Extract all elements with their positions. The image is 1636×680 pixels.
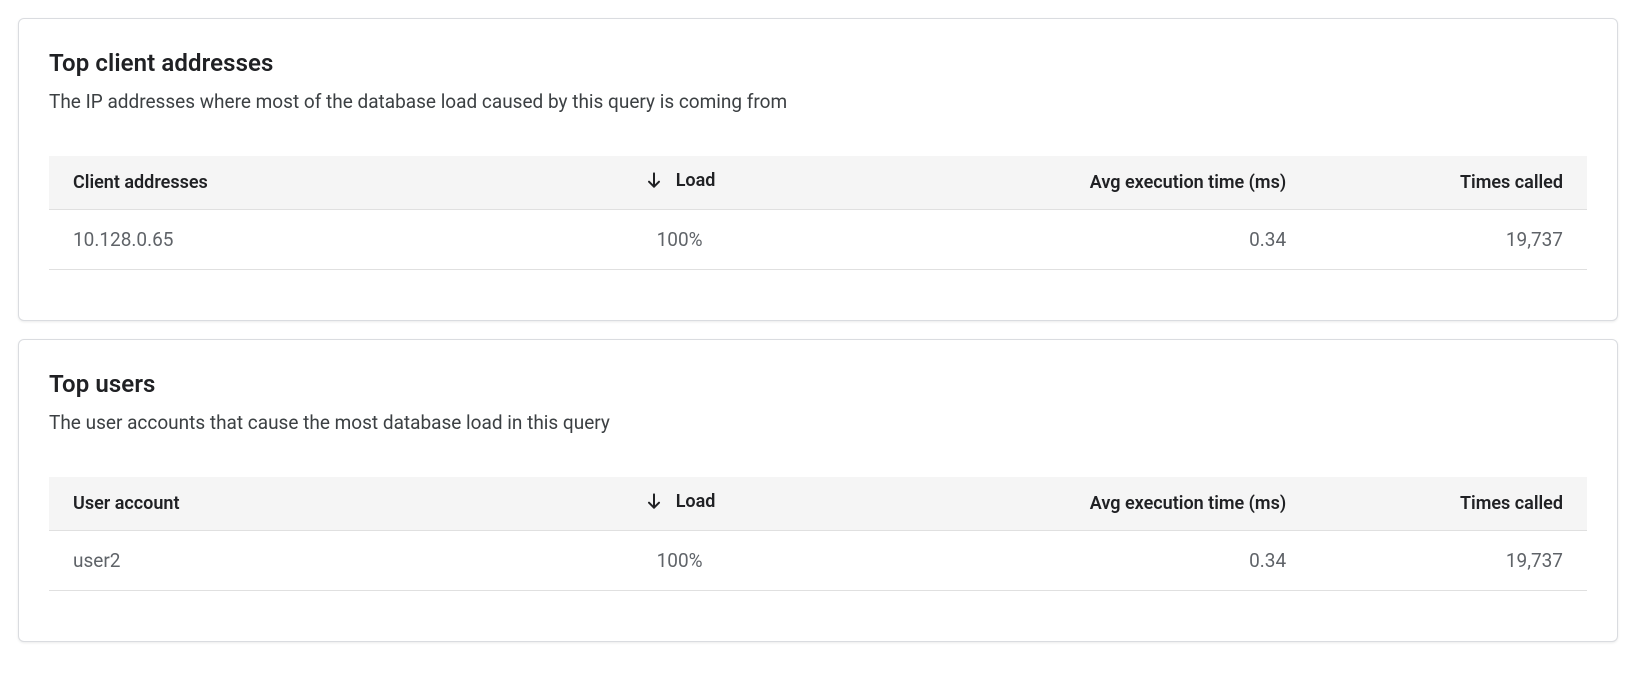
cell-client-address: 10.128.0.65	[49, 210, 541, 270]
column-header-times-called[interactable]: Times called	[1310, 156, 1587, 210]
column-header-load[interactable]: Load	[541, 477, 818, 531]
top-clients-title: Top client addresses	[49, 49, 1587, 77]
table-row: 10.128.0.65 100% 0.34 19,737	[49, 210, 1587, 270]
cell-load: 100%	[541, 531, 818, 591]
column-header-load[interactable]: Load	[541, 156, 818, 210]
top-users-card: Top users The user accounts that cause t…	[18, 339, 1618, 642]
column-header-label: Avg execution time (ms)	[1090, 172, 1286, 193]
top-clients-table: Client addresses Load Avg exec	[49, 156, 1587, 271]
table-header-row: Client addresses Load Avg exec	[49, 156, 1587, 210]
sort-header[interactable]: Load	[644, 491, 716, 512]
column-header-avg-exec[interactable]: Avg execution time (ms)	[818, 156, 1310, 210]
cell-load: 100%	[541, 210, 818, 270]
top-users-table: User account Load Avg executio	[49, 477, 1587, 592]
column-header-label: User account	[73, 493, 180, 514]
column-header-label: Client addresses	[73, 172, 208, 193]
arrow-down-icon	[644, 491, 664, 511]
cell-times-called: 19,737	[1310, 210, 1587, 270]
column-header-label: Times called	[1460, 493, 1563, 514]
column-header-client-addresses[interactable]: Client addresses	[49, 156, 541, 210]
column-header-avg-exec[interactable]: Avg execution time (ms)	[818, 477, 1310, 531]
cell-times-called: 19,737	[1310, 531, 1587, 591]
cell-avg-exec: 0.34	[818, 531, 1310, 591]
column-header-label: Load	[676, 491, 716, 512]
top-clients-subtitle: The IP addresses where most of the datab…	[49, 89, 1587, 116]
table-header-row: User account Load Avg executio	[49, 477, 1587, 531]
column-header-user-account[interactable]: User account	[49, 477, 541, 531]
column-header-label: Load	[676, 170, 716, 191]
column-header-label: Avg execution time (ms)	[1090, 493, 1286, 514]
column-header-times-called[interactable]: Times called	[1310, 477, 1587, 531]
cell-avg-exec: 0.34	[818, 210, 1310, 270]
column-header-label: Times called	[1460, 172, 1563, 193]
top-users-subtitle: The user accounts that cause the most da…	[49, 410, 1587, 437]
top-client-addresses-card: Top client addresses The IP addresses wh…	[18, 18, 1618, 321]
top-users-title: Top users	[49, 370, 1587, 398]
sort-header[interactable]: Load	[644, 170, 716, 191]
arrow-down-icon	[644, 170, 664, 190]
cell-user-account: user2	[49, 531, 541, 591]
table-row: user2 100% 0.34 19,737	[49, 531, 1587, 591]
